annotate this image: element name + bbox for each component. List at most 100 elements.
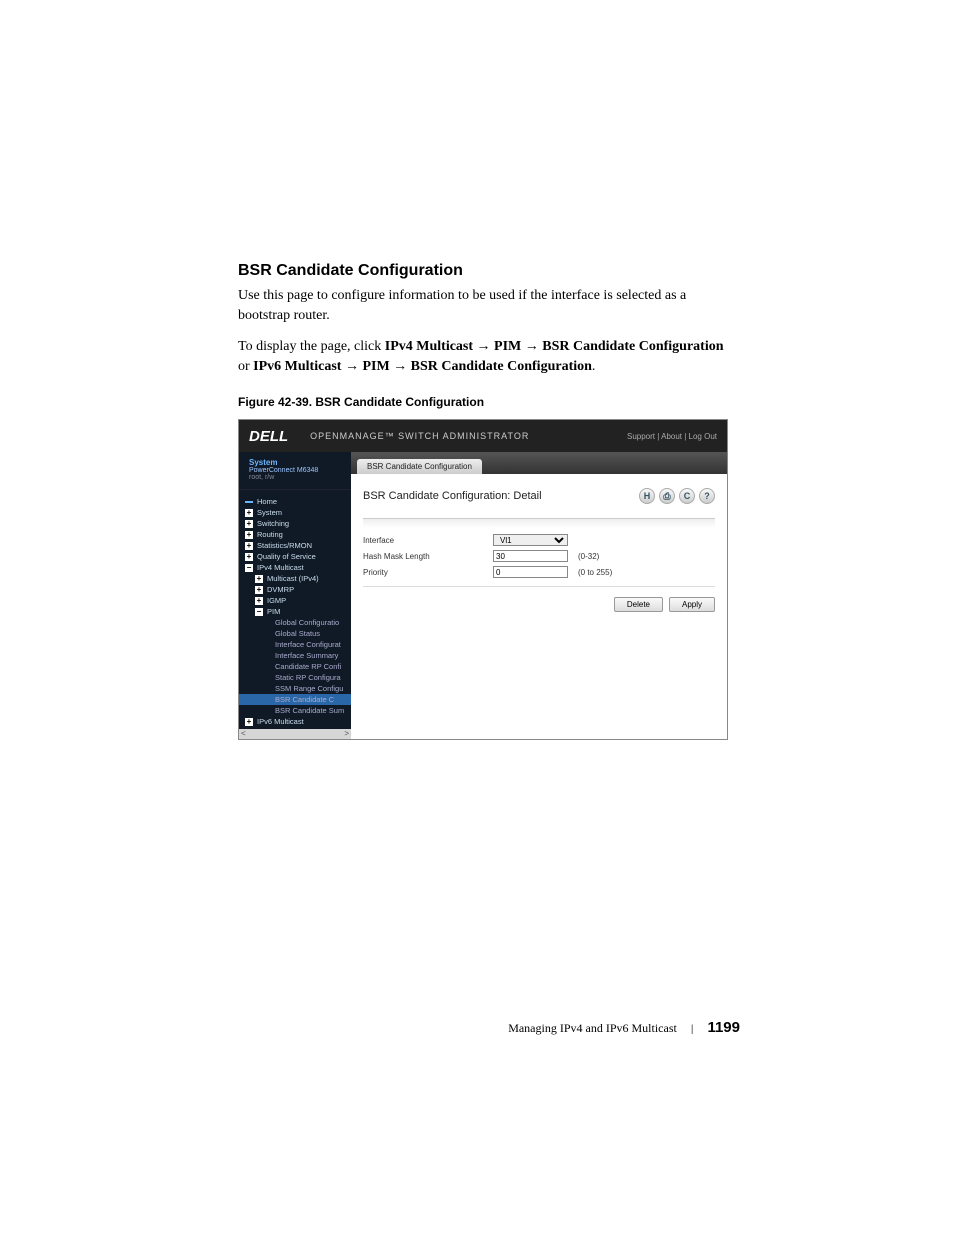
footer-divider: | bbox=[691, 1024, 694, 1035]
path-seg: IPv4 Multicast bbox=[385, 339, 473, 354]
arrow-icon: → bbox=[390, 359, 411, 374]
tree-system[interactable]: + System bbox=[239, 507, 351, 518]
expand-icon[interactable]: + bbox=[245, 542, 253, 550]
tree-label: Quality of Service bbox=[257, 552, 316, 561]
tree-ipv6-multicast[interactable]: + IPv6 Multicast bbox=[239, 716, 351, 727]
tree-pim[interactable]: −PIM bbox=[239, 606, 351, 617]
path-seg: PIM bbox=[494, 339, 521, 354]
tree-interface-summary[interactable]: Interface Summary bbox=[239, 650, 351, 661]
tree-label: PIM bbox=[267, 607, 280, 616]
priority-label: Priority bbox=[363, 568, 493, 577]
expand-icon[interactable]: + bbox=[245, 553, 253, 561]
tree-label: Switching bbox=[257, 519, 289, 528]
tree-label: DVMRP bbox=[267, 585, 294, 594]
tree-home[interactable]: Home bbox=[239, 496, 351, 507]
nav-tree: Home + System + Switching + Routing + Statis… bbox=[239, 490, 351, 729]
path-seg: BSR Candidate Configuration bbox=[542, 339, 723, 354]
hash-mask-label: Hash Mask Length bbox=[363, 552, 493, 561]
scroll-right-icon[interactable]: > bbox=[344, 729, 349, 739]
txt: To display the page, click bbox=[238, 339, 385, 354]
tree-label: Home bbox=[257, 497, 277, 506]
tree-dvmrp[interactable]: + DVMRP bbox=[239, 584, 351, 595]
tree-bsr-candidate-summary[interactable]: BSR Candidate Sum bbox=[239, 705, 351, 716]
collapse-icon[interactable]: − bbox=[255, 608, 263, 616]
tree-candidate-rp[interactable]: Candidate RP Confi bbox=[239, 661, 351, 672]
app-header: DELL OPENMANAGE™ SWITCH ADMINISTRATOR Su… bbox=[239, 420, 727, 452]
tree-interface-config[interactable]: Interface Configurat bbox=[239, 639, 351, 650]
tree-label: Routing bbox=[257, 530, 283, 539]
footer-chapter: Managing IPv4 and IPv6 Multicast bbox=[508, 1021, 677, 1036]
form-area: Interface Vl1 Hash Mask Length (0-32) Pr… bbox=[363, 532, 715, 587]
tree-label: System bbox=[257, 508, 282, 517]
print-icon[interactable]: ⎙ bbox=[659, 488, 675, 504]
tree-global-config[interactable]: Global Configuratio bbox=[239, 617, 351, 628]
tree-routing[interactable]: + Routing bbox=[239, 529, 351, 540]
button-bar: Delete Apply bbox=[363, 597, 715, 612]
tab-bsr-candidate[interactable]: BSR Candidate Configuration bbox=[357, 459, 482, 474]
tree-stats[interactable]: + Statistics/RMON bbox=[239, 540, 351, 551]
row-priority: Priority (0 to 255) bbox=[363, 564, 715, 580]
path-seg: IPv6 Multicast bbox=[253, 359, 341, 374]
dell-logo: DELL bbox=[249, 428, 288, 445]
expand-icon[interactable]: + bbox=[245, 531, 253, 539]
path-seg: BSR Candidate Configuration bbox=[411, 359, 592, 374]
expand-icon[interactable]: + bbox=[245, 520, 253, 528]
expand-icon[interactable]: + bbox=[255, 575, 263, 583]
tree-static-rp[interactable]: Static RP Configura bbox=[239, 672, 351, 683]
expand-icon[interactable]: + bbox=[245, 718, 253, 726]
nav-path-paragraph: To display the page, click IPv4 Multicas… bbox=[238, 337, 733, 378]
row-interface: Interface Vl1 bbox=[363, 532, 715, 548]
page-number: 1199 bbox=[707, 1019, 740, 1036]
arrow-icon: → bbox=[521, 339, 542, 354]
help-icon[interactable]: ? bbox=[699, 488, 715, 504]
embedded-screenshot: DELL OPENMANAGE™ SWITCH ADMINISTRATOR Su… bbox=[238, 419, 728, 740]
arrow-icon: → bbox=[341, 359, 362, 374]
collapse-icon[interactable]: − bbox=[245, 564, 253, 572]
expand-icon[interactable]: + bbox=[245, 509, 253, 517]
refresh-icon[interactable]: C bbox=[679, 488, 695, 504]
system-model: PowerConnect M6348 bbox=[249, 467, 345, 474]
tree-label: Multicast (IPv4) bbox=[267, 574, 319, 583]
priority-input[interactable] bbox=[493, 566, 568, 578]
tree-label: Statistics/RMON bbox=[257, 541, 312, 550]
tree-igmp[interactable]: + IGMP bbox=[239, 595, 351, 606]
tree-multicast[interactable]: + Multicast (IPv4) bbox=[239, 573, 351, 584]
tree-qos[interactable]: + Quality of Service bbox=[239, 551, 351, 562]
txt: . bbox=[592, 359, 596, 374]
tree-global-status[interactable]: Global Status bbox=[239, 628, 351, 639]
section-heading: BSR Candidate Configuration bbox=[238, 262, 733, 280]
figure-caption: Figure 42-39. BSR Candidate Configuratio… bbox=[238, 395, 733, 409]
interface-select[interactable]: Vl1 bbox=[493, 534, 568, 546]
system-user: root, r/w bbox=[249, 474, 345, 481]
content-toolbar: H ⎙ C ? bbox=[639, 488, 715, 504]
page-footer: Managing IPv4 and IPv6 Multicast | 1199 bbox=[0, 1019, 740, 1036]
tree-label: IPv4 Multicast bbox=[257, 563, 304, 572]
tree-switching[interactable]: + Switching bbox=[239, 518, 351, 529]
scroll-left-icon[interactable]: < bbox=[241, 729, 246, 739]
hash-mask-hint: (0-32) bbox=[578, 552, 599, 561]
tree-label: IPv6 Multicast bbox=[257, 717, 304, 726]
expand-icon[interactable]: + bbox=[255, 586, 263, 594]
apply-button[interactable]: Apply bbox=[669, 597, 715, 612]
path-seg: PIM bbox=[362, 359, 389, 374]
arrow-icon: → bbox=[473, 339, 494, 354]
app-title: OPENMANAGE™ SWITCH ADMINISTRATOR bbox=[310, 431, 529, 441]
delete-button[interactable]: Delete bbox=[614, 597, 663, 612]
tab-bar: BSR Candidate Configuration bbox=[351, 452, 727, 474]
row-hash-mask: Hash Mask Length (0-32) bbox=[363, 548, 715, 564]
tree-label: IGMP bbox=[267, 596, 286, 605]
main-panel: BSR Candidate Configuration BSR Candidat… bbox=[351, 452, 727, 739]
hash-mask-input[interactable] bbox=[493, 550, 568, 562]
tree-bsr-candidate-config[interactable]: BSR Candidate C bbox=[239, 694, 351, 705]
sidebar: System PowerConnect M6348 root, r/w Home… bbox=[239, 452, 351, 739]
header-links[interactable]: Support | About | Log Out bbox=[627, 432, 717, 441]
expand-icon[interactable]: + bbox=[255, 597, 263, 605]
tree-ssm-range[interactable]: SSM Range Configu bbox=[239, 683, 351, 694]
intro-paragraph: Use this page to configure information t… bbox=[238, 286, 733, 327]
system-info-block: System PowerConnect M6348 root, r/w bbox=[239, 452, 351, 490]
save-icon[interactable]: H bbox=[639, 488, 655, 504]
content-title: BSR Candidate Configuration: Detail bbox=[363, 490, 542, 502]
tree-ipv4-multicast[interactable]: −IPv4 Multicast bbox=[239, 562, 351, 573]
interface-label: Interface bbox=[363, 536, 493, 545]
sidebar-scrollbar[interactable]: < > bbox=[239, 729, 351, 739]
